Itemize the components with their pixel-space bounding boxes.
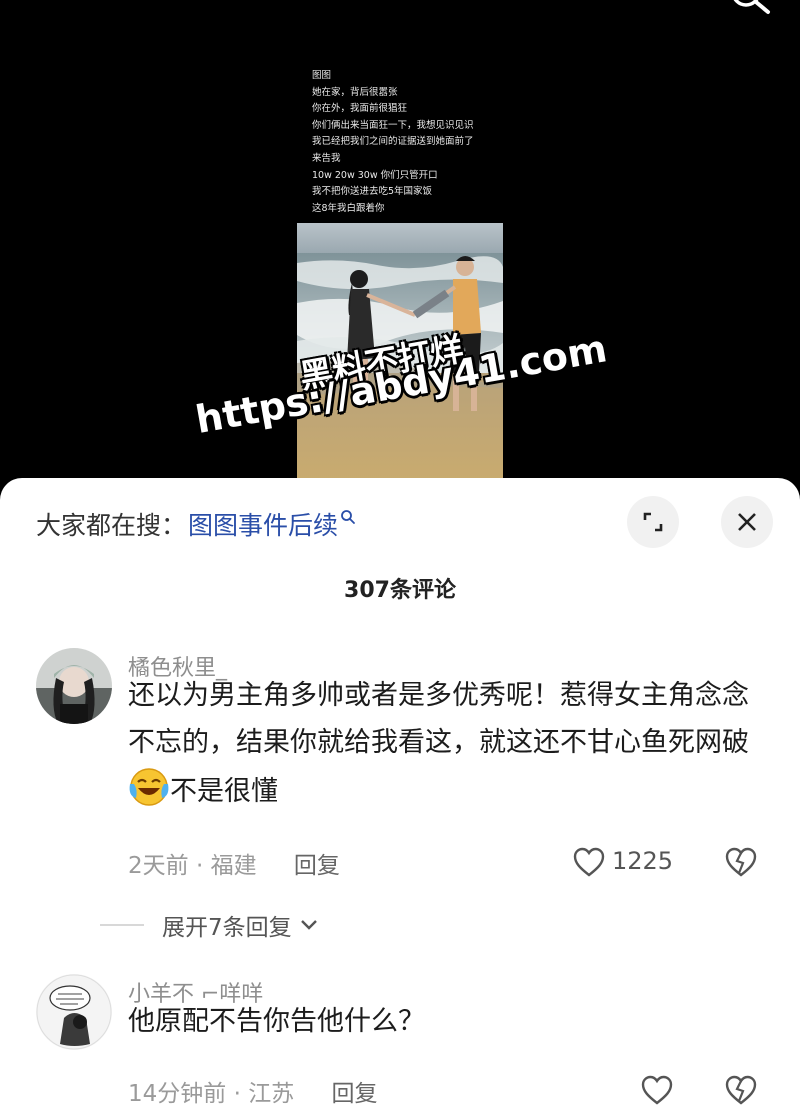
broken-heart-icon[interactable]	[724, 1074, 758, 1106]
comment-meta: 2天前 · 福建 回复	[128, 846, 340, 880]
reply-button[interactable]: 回复	[294, 853, 340, 879]
comment-text: 他原配不告你告他什么？	[128, 1006, 425, 1037]
heart-icon[interactable]	[572, 846, 606, 878]
chevron-down-icon	[300, 920, 317, 930]
comment-meta: 14分钟前 · 江苏 回复	[128, 1074, 378, 1108]
reply-button[interactable]: 回复	[332, 1081, 378, 1107]
video-area[interactable]: 图图 她在家，背后很嚣张 你在外，我面前很猖狂 你们俩出来当面狂一下，我想见识见…	[0, 0, 800, 480]
trending-search-label: 大家都在搜：	[36, 511, 187, 540]
expand-replies-label: 展开7条回复	[162, 915, 292, 941]
comments-count: 307条评论	[344, 578, 456, 603]
avatar[interactable]	[36, 974, 112, 1050]
post-text: 图图 她在家，背后很嚣张 你在外，我面前很猖狂 你们俩出来当面狂一下，我想见识见…	[312, 70, 474, 214]
comment-sheet: 大家都在搜： 图图事件后续 307条评论 橘色秋里_ 还以为男主角多帅或者是多优…	[0, 478, 800, 1113]
divider-line	[100, 924, 144, 926]
broken-heart-icon[interactable]	[724, 846, 758, 878]
trending-search-link[interactable]: 图图事件后续	[188, 506, 338, 542]
close-icon	[738, 513, 756, 531]
avatar[interactable]	[36, 648, 112, 724]
like-count: 1225	[612, 847, 674, 875]
comment-text-part: 不是很懂	[170, 776, 278, 807]
search-icon[interactable]	[728, 0, 774, 16]
heart-icon[interactable]	[640, 1074, 674, 1106]
comment-time-location: 2天前 · 福建	[128, 853, 257, 879]
close-button[interactable]	[721, 496, 773, 548]
trending-search-row: 大家都在搜： 图图事件后续	[36, 506, 356, 542]
expand-icon	[643, 512, 663, 532]
crying-laughing-emoji-icon	[129, 768, 169, 806]
expand-button[interactable]	[627, 496, 679, 548]
comment-text-part: 还以为男主角多帅或者是多优秀呢！惹得女主角念念不忘的，结果你就给我看这，就这还不…	[128, 680, 749, 758]
comment-time-location: 14分钟前 · 江苏	[128, 1081, 295, 1107]
search-icon	[341, 510, 355, 524]
comment-text: 还以为男主角多帅或者是多优秀呢！惹得女主角念念不忘的，结果你就给我看这，就这还不…	[128, 672, 768, 815]
expand-replies-button[interactable]: 展开7条回复	[100, 908, 320, 942]
